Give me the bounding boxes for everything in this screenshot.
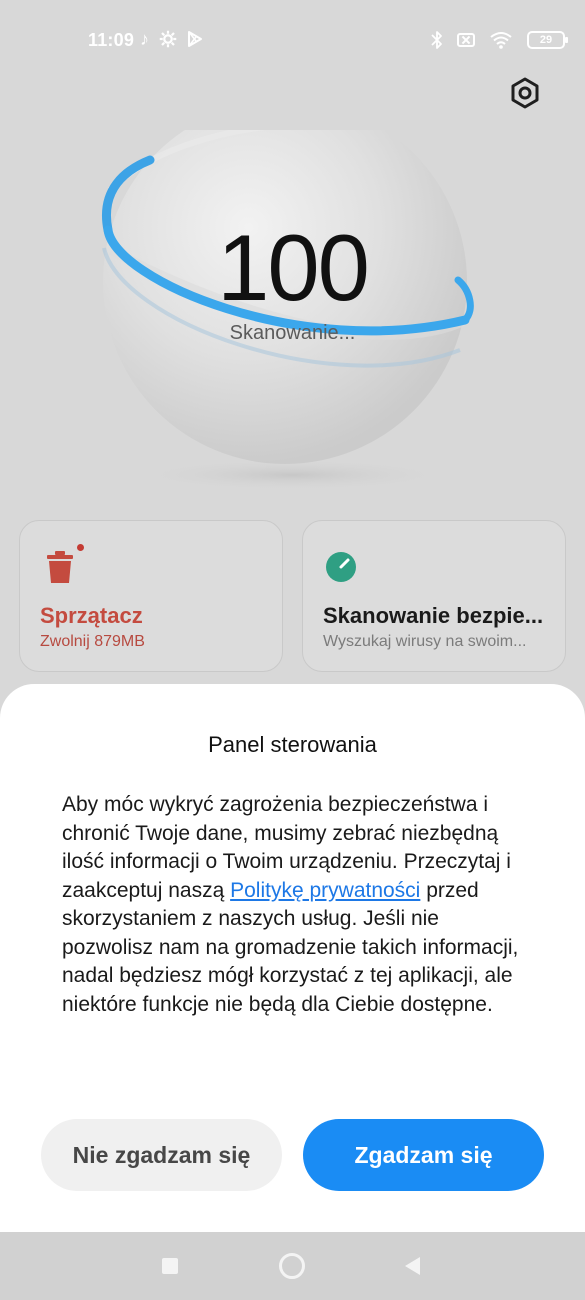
trash-icon <box>47 551 73 583</box>
security-score-hero: 100 Skanowanie... <box>0 130 585 490</box>
recent-apps-icon <box>162 1258 178 1274</box>
decline-button[interactable]: Nie zgadzam się <box>41 1119 282 1191</box>
cleaner-card[interactable]: Sprzątacz Zwolnij 879MB <box>19 520 283 672</box>
dialog-title: Panel sterowania <box>208 732 377 757</box>
notification-dot <box>77 544 84 551</box>
privacy-dialog: Panel sterowania Aby móc wykryć zagrożen… <box>0 684 585 1232</box>
settings-gear-icon[interactable] <box>508 76 542 110</box>
back-icon <box>404 1257 420 1275</box>
security-scan-card[interactable]: Skanowanie bezpie... Wyszukaj wirusy na … <box>302 520 566 672</box>
security-score: 100 <box>217 215 370 320</box>
security-scan-card-subtitle: Wyszukaj wirusy na swoim... <box>323 633 527 650</box>
bluetooth-icon <box>431 31 442 49</box>
tiktok-icon: ♪ <box>140 29 149 49</box>
home-button[interactable] <box>262 1232 322 1300</box>
accept-button[interactable]: Zgadzam się <box>303 1119 544 1191</box>
scan-status-label: Skanowanie... <box>229 322 356 344</box>
wifi-icon <box>490 32 512 49</box>
battery-indicator: 29 <box>527 31 568 49</box>
cleaner-card-title: Sprzątacz <box>40 603 143 628</box>
settings-icon <box>159 30 177 48</box>
security-scan-icon <box>326 552 356 582</box>
back-button[interactable] <box>382 1232 442 1300</box>
status-right-icons: 29 <box>431 30 568 50</box>
status-time: 11:09 <box>88 30 135 50</box>
cleaner-card-subtitle: Zwolnij 879MB <box>40 633 145 650</box>
privacy-policy-link[interactable]: Politykę prywatności <box>230 879 420 902</box>
recent-apps-button[interactable] <box>140 1232 200 1300</box>
home-icon <box>279 1253 305 1279</box>
dialog-body: Aby móc wykryć zagrożenia bezpieczeństwa… <box>62 791 532 1019</box>
security-scan-card-title: Skanowanie bezpie... <box>323 603 544 628</box>
no-sim-icon <box>457 33 475 47</box>
status-left-icons: ♪ <box>140 30 203 48</box>
play-store-icon <box>188 31 202 47</box>
status-bar: 11:09 ♪ 29 <box>0 0 585 80</box>
navigation-bar <box>0 1232 585 1300</box>
